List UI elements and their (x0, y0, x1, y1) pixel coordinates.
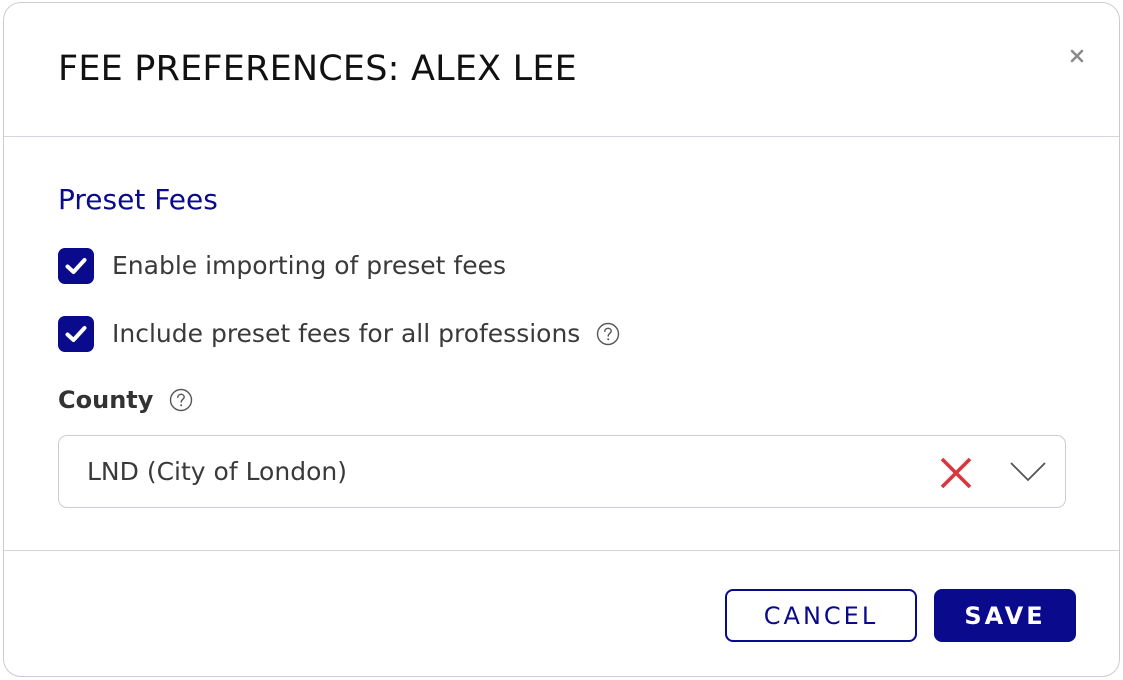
include-all-professions-checkbox[interactable] (58, 316, 94, 352)
enable-importing-checkbox[interactable] (58, 248, 94, 284)
help-circle-icon[interactable] (169, 388, 193, 412)
check-icon (65, 258, 87, 274)
county-select[interactable]: LND (City of London) (58, 435, 1066, 508)
enable-importing-label: Enable importing of preset fees (112, 251, 507, 280)
dialog-footer: CANCEL SAVE (4, 550, 1119, 676)
check-icon (65, 326, 87, 342)
fee-preferences-dialog: FEE PREFERENCES: ALEX LEE Preset Fees En… (3, 2, 1120, 677)
close-button[interactable] (1066, 45, 1088, 67)
county-label-row: County (58, 385, 193, 415)
help-circle-icon[interactable] (596, 322, 620, 346)
dialog-title: FEE PREFERENCES: ALEX LEE (58, 49, 577, 89)
include-all-professions-label: Include preset fees for all professions (112, 319, 581, 348)
include-all-professions-checkbox-row[interactable]: Include preset fees for all professions (58, 316, 620, 352)
county-selected-value: LND (City of London) (87, 457, 347, 486)
clear-icon[interactable] (939, 456, 973, 490)
county-label: County (58, 386, 154, 414)
cancel-button[interactable]: CANCEL (725, 589, 917, 642)
chevron-down-icon[interactable] (1009, 460, 1047, 484)
dialog-body: Preset Fees Enable importing of preset f… (4, 137, 1119, 550)
save-button[interactable]: SAVE (934, 589, 1076, 642)
dialog-header: FEE PREFERENCES: ALEX LEE (4, 3, 1119, 137)
close-icon (1070, 49, 1084, 63)
section-title-preset-fees: Preset Fees (58, 183, 218, 216)
enable-importing-checkbox-row[interactable]: Enable importing of preset fees (58, 248, 506, 284)
